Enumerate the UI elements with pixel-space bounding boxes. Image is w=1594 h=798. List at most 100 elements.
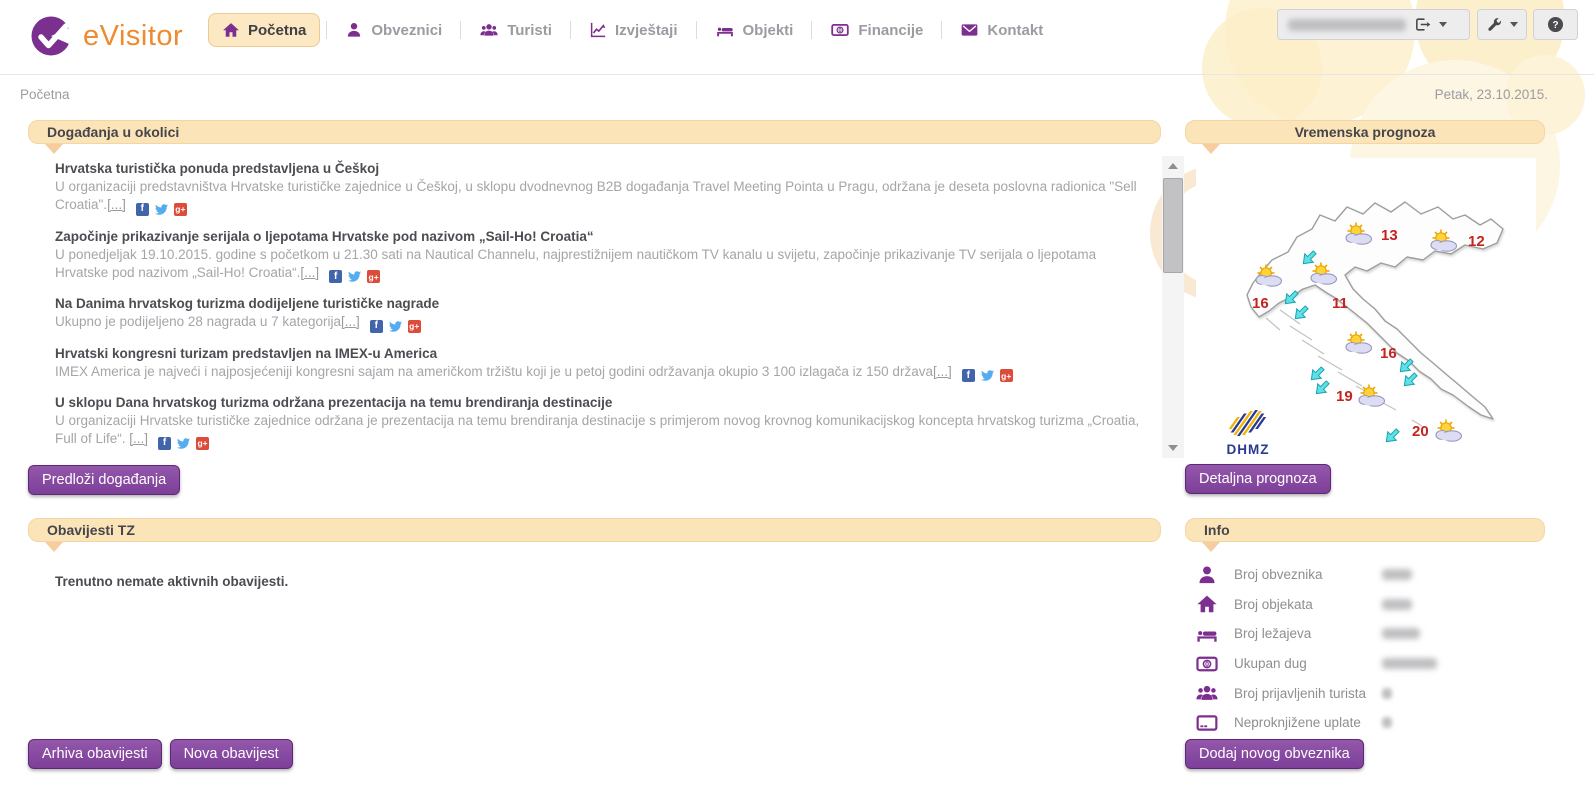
info-row-obveznici: Broj obveznika — [1196, 560, 1544, 590]
nav-label: Objekti — [743, 22, 794, 39]
news-body: U ponedjeljak 19.10.2015. godine s počet… — [55, 247, 1096, 280]
evisitor-home-page: eVisitor Početna Obveznici Turisti Izvje… — [0, 0, 1594, 798]
facebook-icon[interactable]: f — [136, 203, 149, 216]
detailed-forecast-button[interactable]: Detaljna prognoza — [1185, 464, 1331, 494]
weather-panel-header: Vremenska prognoza — [1185, 120, 1545, 144]
scroll-down-button[interactable] — [1162, 438, 1184, 458]
events-panel-header: Događanja u okolici — [28, 120, 1161, 144]
panel-pointer — [45, 542, 63, 552]
news-more-link[interactable]: [...] — [933, 364, 952, 379]
twitter-icon[interactable] — [347, 270, 362, 283]
nav-separator — [570, 21, 571, 39]
nav-item-izvjestaji[interactable]: Izvještaji — [577, 13, 690, 47]
news-title: Na Danima hrvatskog turizma dodijeljene … — [55, 295, 1142, 313]
info-value-redacted — [1382, 628, 1420, 639]
googleplus-icon[interactable]: g+ — [408, 320, 421, 333]
nav-item-obveznici[interactable]: Obveznici — [333, 13, 454, 47]
twitter-icon[interactable] — [154, 203, 169, 216]
info-row-turisti: Broj prijavljenih turista — [1196, 678, 1544, 708]
bed-icon — [715, 21, 735, 39]
events-list: Hrvatska turistička ponuda predstavljena… — [28, 156, 1184, 458]
googleplus-icon[interactable]: g+ — [174, 203, 187, 216]
facebook-icon[interactable]: f — [158, 437, 171, 450]
info-label: Broj ležajeva — [1234, 626, 1382, 641]
nav-separator — [696, 21, 697, 39]
news-body: U organizaciji Hrvatske turističke zajed… — [55, 413, 1139, 446]
nav-separator — [326, 21, 327, 39]
info-panel-header: Info — [1185, 518, 1545, 542]
help-button[interactable] — [1533, 9, 1578, 40]
nav-item-kontakt[interactable]: Kontakt — [948, 13, 1055, 47]
panel-pointer — [1202, 542, 1220, 552]
panel-pointer — [45, 144, 63, 154]
news-item: U sklopu Dana hrvatskog turizma održana … — [55, 394, 1142, 450]
people-icon — [479, 21, 499, 39]
croatia-weather-map: 13 12 16 11 16 19 20 DHMZ — [1196, 158, 1536, 460]
breadcrumb: Početna — [20, 87, 70, 102]
news-body: IMEX America je najveći i najposjećeniji… — [55, 364, 933, 379]
info-value-redacted — [1382, 599, 1412, 610]
main-nav: Početna Obveznici Turisti Izvještaji Obj… — [208, 8, 1055, 52]
info-value-redacted — [1382, 717, 1392, 728]
archive-notices-button[interactable]: Arhiva obavijesti — [28, 739, 162, 769]
news-title: U sklopu Dana hrvatskog turizma održana … — [55, 394, 1142, 412]
chart-icon — [589, 21, 607, 39]
news-more-link[interactable]: [...] — [129, 431, 148, 446]
info-label: Ukupan dug — [1234, 656, 1382, 671]
temperature-label: 16 — [1252, 295, 1269, 312]
nav-item-objekti[interactable]: Objekti — [703, 13, 806, 47]
temperature-label: 13 — [1381, 227, 1398, 244]
temperature-label: 19 — [1336, 388, 1353, 405]
googleplus-icon[interactable]: g+ — [196, 437, 209, 450]
info-row-dug: Ukupan dug — [1196, 649, 1544, 679]
temperature-label: 11 — [1332, 295, 1348, 312]
news-title: Započinje prikazivanje serijala o ljepot… — [55, 228, 1142, 246]
facebook-icon[interactable]: f — [962, 369, 975, 382]
nav-label: Kontakt — [987, 22, 1043, 39]
info-row-objekti: Broj objekata — [1196, 590, 1544, 620]
news-body: U organizaciji predstavništva Hrvatske t… — [55, 179, 1137, 212]
new-notice-button[interactable]: Nova obavijest — [170, 739, 293, 769]
chevron-down-icon — [1439, 22, 1447, 27]
news-more-link[interactable]: [...] — [107, 197, 126, 212]
banknote-icon — [830, 21, 850, 39]
info-label: Broj prijavljenih turista — [1234, 686, 1382, 701]
news-more-link[interactable]: [...] — [341, 314, 360, 329]
scrollbar-thumb[interactable] — [1163, 178, 1183, 273]
info-value-redacted — [1382, 658, 1437, 669]
facebook-icon[interactable]: f — [329, 270, 342, 283]
nav-item-financije[interactable]: Financije — [818, 13, 935, 47]
question-icon — [1546, 15, 1565, 34]
news-item: Hrvatski kongresni turizam predstavljen … — [55, 345, 1142, 383]
nav-separator — [460, 21, 461, 39]
googleplus-icon[interactable]: g+ — [367, 270, 380, 283]
info-panel-title: Info — [1204, 522, 1230, 538]
nav-item-turisti[interactable]: Turisti — [467, 13, 564, 47]
notices-panel-header: Obavijesti TZ — [28, 518, 1161, 542]
info-value-redacted — [1382, 569, 1412, 580]
add-obveznik-button[interactable]: Dodaj novog obveznika — [1185, 739, 1364, 769]
news-scrollbar[interactable] — [1162, 156, 1184, 458]
envelope-icon — [960, 21, 979, 39]
googleplus-icon[interactable]: g+ — [1000, 369, 1013, 382]
twitter-icon[interactable] — [980, 369, 995, 382]
weather-panel-title: Vremenska prognoza — [1295, 124, 1436, 140]
twitter-icon[interactable] — [176, 437, 191, 450]
facebook-icon[interactable]: f — [370, 320, 383, 333]
news-item: Hrvatska turistička ponuda predstavljena… — [55, 160, 1142, 216]
nav-label: Turisti — [507, 22, 552, 39]
news-more-link[interactable]: [...] — [300, 265, 319, 280]
nav-label: Početna — [248, 22, 306, 39]
evisitor-logo[interactable]: eVisitor — [28, 13, 183, 59]
suggest-events-button[interactable]: Predloži događanja — [28, 465, 180, 495]
user-menu-button[interactable] — [1277, 9, 1470, 40]
twitter-icon[interactable] — [388, 320, 403, 333]
header-bar: eVisitor Početna Obveznici Turisti Izvje… — [0, 0, 1594, 75]
nav-label: Financije — [858, 22, 923, 39]
tools-menu-button[interactable] — [1477, 9, 1527, 40]
nav-item-pocetna[interactable]: Početna — [208, 13, 320, 47]
nav-label: Obveznici — [371, 22, 442, 39]
news-title: Hrvatski kongresni turizam predstavljen … — [55, 345, 1142, 363]
nav-separator — [811, 21, 812, 39]
scroll-up-button[interactable] — [1162, 156, 1184, 176]
